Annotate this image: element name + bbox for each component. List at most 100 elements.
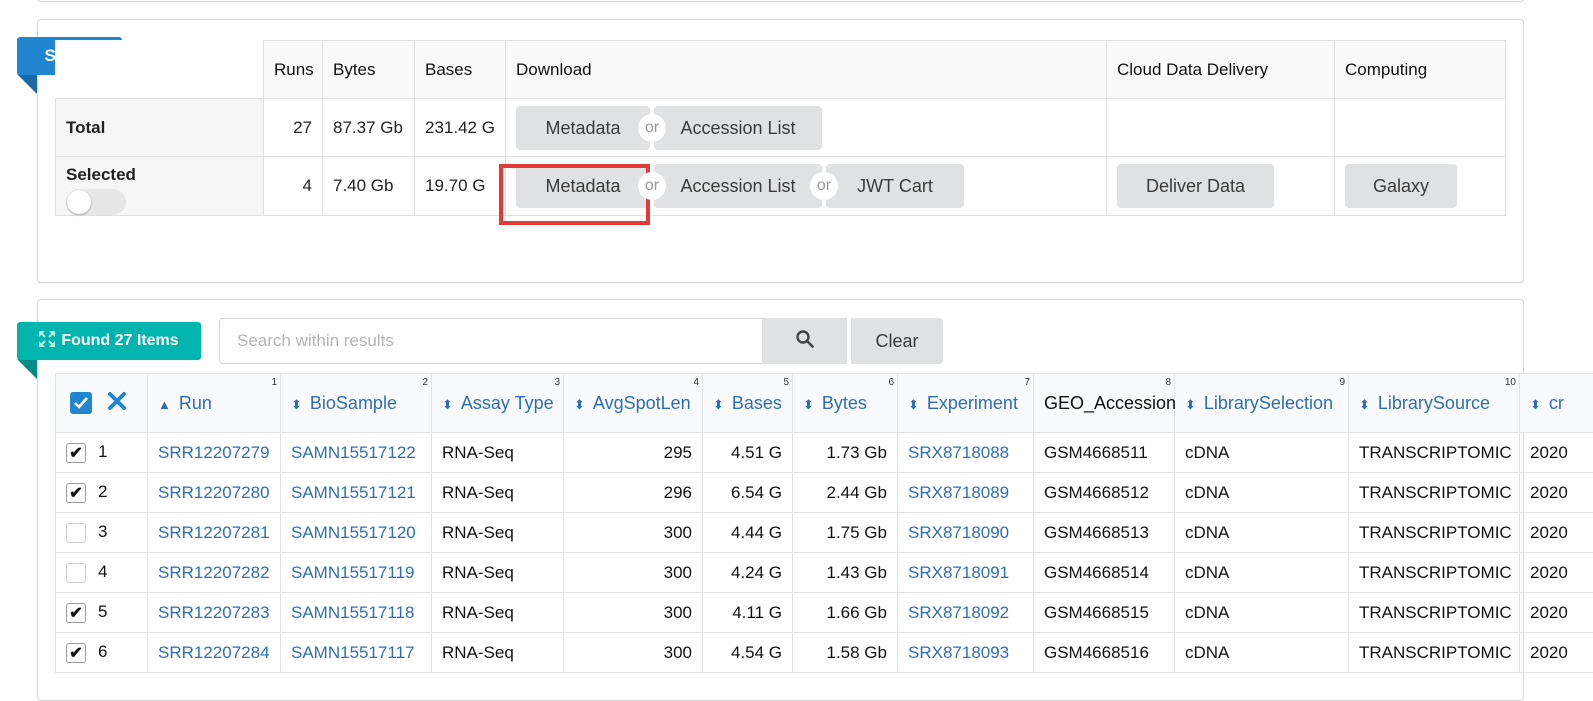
bytes: 1.43 Gb bbox=[793, 553, 898, 593]
summary-table: Runs Bytes Bases Download Cloud Data Del… bbox=[55, 40, 1506, 216]
column-index: 5 bbox=[783, 377, 789, 388]
selected-accession-list-button[interactable]: Accession List bbox=[654, 164, 822, 208]
total-accession-list-button[interactable]: Accession List bbox=[654, 106, 822, 150]
assay-type: RNA-Seq bbox=[432, 433, 564, 473]
avgspotlen: 300 bbox=[564, 593, 703, 633]
results-header-row: ▲Run1 ⬍BioSample2 ⬍Assay Type3 ⬍AvgSpotL… bbox=[56, 374, 1593, 433]
biosample-link[interactable]: SAMN15517117 bbox=[281, 633, 432, 673]
column-header-geo-accession[interactable]: GEO_Accession8 bbox=[1034, 374, 1175, 433]
sort-icon: ⬍ bbox=[442, 397, 453, 412]
table-row[interactable]: ✔5SRR12207283SAMN15517118RNA-Seq3004.11 … bbox=[56, 593, 1593, 633]
table-row[interactable]: 3SRR12207281SAMN15517120RNA-Seq3004.44 G… bbox=[56, 513, 1593, 553]
row-select-cell: 4 bbox=[56, 553, 148, 593]
library-selection: cDNA bbox=[1175, 593, 1349, 633]
header-download: Download bbox=[506, 41, 1107, 99]
geo-accession: GSM4668516 bbox=[1034, 633, 1175, 673]
galaxy-button[interactable]: Galaxy bbox=[1345, 164, 1457, 208]
row-checkbox[interactable] bbox=[66, 563, 86, 583]
geo-accession: GSM4668515 bbox=[1034, 593, 1175, 633]
experiment-link[interactable]: SRX8718093 bbox=[898, 633, 1034, 673]
sort-icon: ⬍ bbox=[291, 397, 302, 412]
table-row[interactable]: ✔6SRR12207284SAMN15517117RNA-Seq3004.54 … bbox=[56, 633, 1593, 673]
row-select-cell: ✔5 bbox=[56, 593, 148, 633]
row-number: 1 bbox=[98, 442, 107, 461]
run-link[interactable]: SRR12207281 bbox=[148, 513, 281, 553]
experiment-link[interactable]: SRX8718089 bbox=[898, 473, 1034, 513]
create-date: 2020 bbox=[1520, 633, 1593, 673]
or-divider: or bbox=[638, 172, 666, 200]
column-header-biosample[interactable]: ⬍BioSample2 bbox=[281, 374, 432, 433]
row-checkbox[interactable]: ✔ bbox=[66, 443, 86, 463]
experiment-link[interactable]: SRX8718091 bbox=[898, 553, 1034, 593]
column-header-library-source[interactable]: ⬍LibrarySource10 bbox=[1349, 374, 1520, 433]
column-index: 3 bbox=[554, 377, 560, 388]
total-bytes: 87.37 Gb bbox=[323, 99, 415, 157]
table-row[interactable]: 4SRR12207282SAMN15517119RNA-Seq3004.24 G… bbox=[56, 553, 1593, 593]
row-select-cell: 3 bbox=[56, 513, 148, 553]
header-runs: Runs bbox=[264, 41, 323, 99]
results-table: ▲Run1 ⬍BioSample2 ⬍Assay Type3 ⬍AvgSpotL… bbox=[55, 373, 1593, 673]
biosample-link[interactable]: SAMN15517118 bbox=[281, 593, 432, 633]
selected-bytes: 7.40 Gb bbox=[323, 157, 415, 216]
biosample-link[interactable]: SAMN15517120 bbox=[281, 513, 432, 553]
column-index: 8 bbox=[1165, 377, 1171, 388]
row-checkbox[interactable] bbox=[66, 523, 86, 543]
experiment-link[interactable]: SRX8718088 bbox=[898, 433, 1034, 473]
top-panel-edge bbox=[37, 0, 1524, 2]
column-header-bytes[interactable]: ⬍Bytes6 bbox=[793, 374, 898, 433]
selected-download-cell: MetadataorAccession ListorJWT Cart bbox=[506, 157, 1107, 216]
deliver-data-button[interactable]: Deliver Data bbox=[1117, 164, 1274, 208]
avgspotlen: 300 bbox=[564, 553, 703, 593]
column-header-assay-type[interactable]: ⬍Assay Type3 bbox=[432, 374, 564, 433]
run-link[interactable]: SRR12207284 bbox=[148, 633, 281, 673]
selected-toggle[interactable] bbox=[66, 189, 126, 215]
run-link[interactable]: SRR12207280 bbox=[148, 473, 281, 513]
run-link[interactable]: SRR12207283 bbox=[148, 593, 281, 633]
create-date: 2020 bbox=[1520, 473, 1593, 513]
column-header-run[interactable]: ▲Run1 bbox=[148, 374, 281, 433]
row-checkbox[interactable]: ✔ bbox=[66, 603, 86, 623]
search-input[interactable] bbox=[219, 318, 763, 364]
geo-accession: GSM4668514 bbox=[1034, 553, 1175, 593]
clear-button[interactable]: Clear bbox=[851, 318, 943, 364]
results-table-wrapper[interactable]: ▲Run1 ⬍BioSample2 ⬍Assay Type3 ⬍AvgSpotL… bbox=[55, 373, 1593, 690]
sort-icon: ⬍ bbox=[803, 397, 814, 412]
library-selection: cDNA bbox=[1175, 473, 1349, 513]
sort-icon: ⬍ bbox=[574, 397, 585, 412]
biosample-link[interactable]: SAMN15517122 bbox=[281, 433, 432, 473]
column-header-bases[interactable]: ⬍Bases5 bbox=[703, 374, 793, 433]
library-source: TRANSCRIPTOMIC bbox=[1349, 513, 1520, 553]
row-checkbox[interactable]: ✔ bbox=[66, 483, 86, 503]
assay-type: RNA-Seq bbox=[432, 513, 564, 553]
create-date: 2020 bbox=[1520, 553, 1593, 593]
column-header-create-date[interactable]: ⬍cr bbox=[1520, 374, 1593, 433]
column-header-experiment[interactable]: ⬍Experiment7 bbox=[898, 374, 1034, 433]
found-ribbon[interactable]: Found 27 Items bbox=[17, 322, 201, 360]
create-date: 2020 bbox=[1520, 433, 1593, 473]
search-button[interactable] bbox=[762, 318, 847, 364]
total-metadata-button[interactable]: Metadata bbox=[516, 106, 650, 150]
found-items-label: Found 27 Items bbox=[61, 332, 178, 350]
sort-icon: ⬍ bbox=[713, 397, 724, 412]
create-date: 2020 bbox=[1520, 513, 1593, 553]
run-link[interactable]: SRR12207282 bbox=[148, 553, 281, 593]
biosample-link[interactable]: SAMN15517121 bbox=[281, 473, 432, 513]
total-computing-cell bbox=[1335, 99, 1506, 157]
table-row[interactable]: ✔1SRR12207279SAMN15517122RNA-Seq2954.51 … bbox=[56, 433, 1593, 473]
experiment-link[interactable]: SRX8718092 bbox=[898, 593, 1034, 633]
column-header-library-selection[interactable]: ⬍LibrarySelection9 bbox=[1175, 374, 1349, 433]
column-header-avgspotlen[interactable]: ⬍AvgSpotLen4 bbox=[564, 374, 703, 433]
biosample-link[interactable]: SAMN15517119 bbox=[281, 553, 432, 593]
experiment-link[interactable]: SRX8718090 bbox=[898, 513, 1034, 553]
table-row[interactable]: ✔2SRR12207280SAMN15517121RNA-Seq2966.54 … bbox=[56, 473, 1593, 513]
selected-metadata-button[interactable]: Metadata bbox=[516, 164, 650, 208]
row-number: 6 bbox=[98, 642, 107, 661]
clear-selection-icon[interactable] bbox=[107, 391, 127, 416]
bases: 4.11 G bbox=[703, 593, 793, 633]
library-source: TRANSCRIPTOMIC bbox=[1349, 593, 1520, 633]
select-all-checkbox-icon[interactable] bbox=[70, 392, 92, 414]
jwt-cart-button[interactable]: JWT Cart bbox=[826, 164, 964, 208]
run-link[interactable]: SRR12207279 bbox=[148, 433, 281, 473]
geo-accession: GSM4668511 bbox=[1034, 433, 1175, 473]
row-checkbox[interactable]: ✔ bbox=[66, 643, 86, 663]
